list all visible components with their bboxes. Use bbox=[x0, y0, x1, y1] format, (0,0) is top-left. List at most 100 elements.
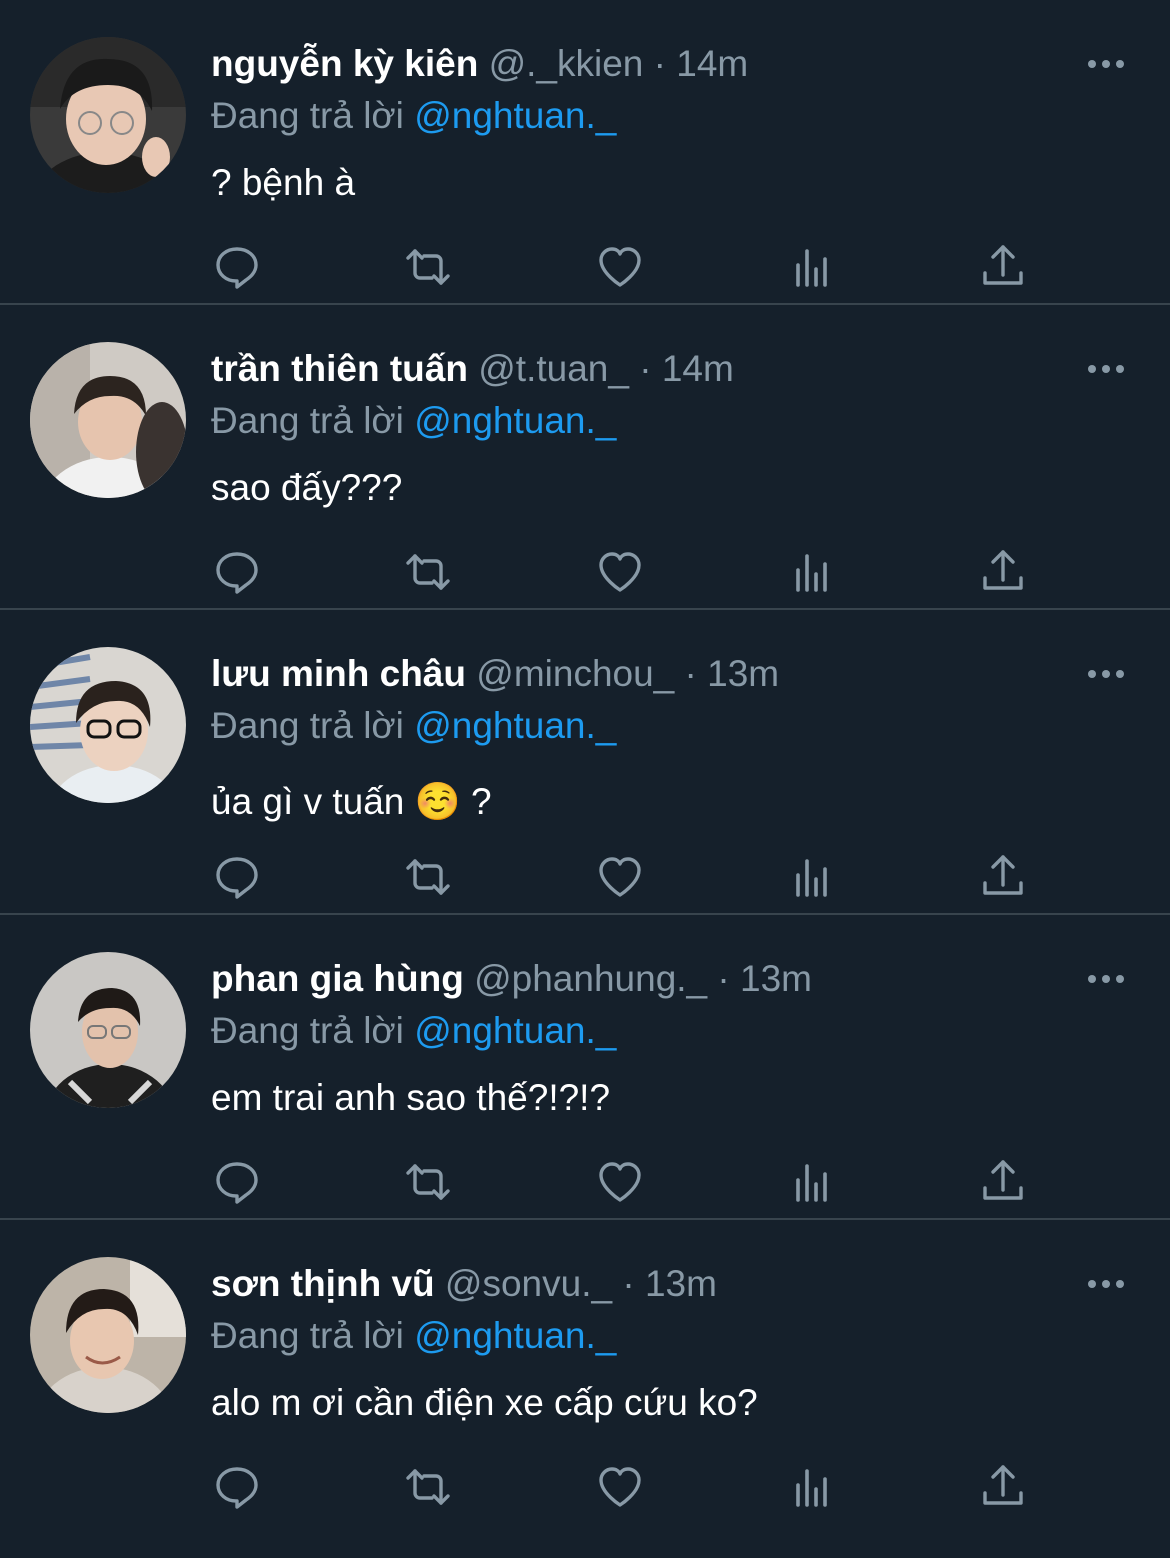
retweet-icon bbox=[406, 1469, 450, 1505]
replying-to: Đang trả lời @nghtuan._ bbox=[211, 395, 616, 447]
action-bar bbox=[210, 1155, 1050, 1209]
display-name[interactable]: phan gia hùng bbox=[211, 958, 464, 999]
display-name[interactable]: trần thiên tuấn bbox=[211, 348, 468, 389]
replying-to-label: Đang trả lời bbox=[211, 95, 404, 136]
display-name[interactable]: sơn thịnh vũ bbox=[211, 1263, 435, 1304]
views-button[interactable] bbox=[785, 1155, 839, 1209]
reply-button[interactable] bbox=[210, 850, 264, 904]
analytics-bars-icon bbox=[796, 859, 827, 897]
share-upload-icon bbox=[983, 1160, 1023, 1200]
timestamp[interactable]: 14m bbox=[676, 43, 748, 84]
reply-button[interactable] bbox=[210, 240, 264, 294]
like-button[interactable] bbox=[593, 1460, 647, 1514]
share-button[interactable] bbox=[976, 1460, 1030, 1514]
retweet-icon bbox=[406, 554, 450, 590]
analytics-bars-icon bbox=[796, 554, 827, 592]
separator-dot: · bbox=[684, 653, 697, 694]
timestamp[interactable]: 13m bbox=[645, 1263, 717, 1304]
more-horizontal-icon[interactable] bbox=[1086, 359, 1126, 379]
mention-link[interactable]: @nghtuan._ bbox=[414, 1315, 616, 1356]
tweet[interactable]: phan gia hùng @phanhung._ · 13m Đang trả… bbox=[0, 915, 1170, 1220]
tweet-header: trần thiên tuấn @t.tuan_ · 14m bbox=[211, 343, 734, 395]
views-button[interactable] bbox=[785, 240, 839, 294]
tweet-header: sơn thịnh vũ @sonvu._ · 13m bbox=[211, 1258, 717, 1310]
retweet-button[interactable] bbox=[401, 545, 455, 599]
separator-dot: · bbox=[639, 348, 652, 389]
replying-to: Đang trả lời @nghtuan._ bbox=[211, 1310, 616, 1362]
user-handle[interactable]: @._kkien bbox=[489, 43, 644, 84]
timestamp[interactable]: 13m bbox=[707, 653, 779, 694]
reply-button[interactable] bbox=[210, 1155, 264, 1209]
mention-link[interactable]: @nghtuan._ bbox=[414, 1010, 616, 1051]
replying-to-label: Đang trả lời bbox=[211, 1010, 404, 1051]
timestamp[interactable]: 13m bbox=[740, 958, 812, 999]
share-button[interactable] bbox=[976, 1155, 1030, 1209]
user-handle[interactable]: @minchou_ bbox=[476, 653, 674, 694]
heart-icon bbox=[599, 857, 641, 897]
more-horizontal-icon[interactable] bbox=[1086, 1274, 1126, 1294]
retweet-icon bbox=[406, 249, 450, 285]
tweet-text: ? bệnh à bbox=[211, 162, 356, 203]
share-upload-icon bbox=[983, 550, 1023, 590]
reply-bubble-icon bbox=[216, 247, 258, 289]
user-handle[interactable]: @phanhung._ bbox=[474, 958, 707, 999]
tweet-text: sao đấy??? bbox=[211, 467, 403, 508]
retweet-button[interactable] bbox=[401, 1460, 455, 1514]
reply-button[interactable] bbox=[210, 545, 264, 599]
display-name[interactable]: lưu minh châu bbox=[211, 653, 466, 694]
views-button[interactable] bbox=[785, 850, 839, 904]
avatar[interactable] bbox=[30, 952, 186, 1108]
tweet-header: phan gia hùng @phanhung._ · 13m bbox=[211, 953, 812, 1005]
mention-link[interactable]: @nghtuan._ bbox=[414, 400, 616, 441]
tweet-text: em trai anh sao thế?!?!? bbox=[211, 1077, 611, 1118]
tweet[interactable]: trần thiên tuấn @t.tuan_ · 14m Đang trả … bbox=[0, 305, 1170, 610]
retweet-button[interactable] bbox=[401, 1155, 455, 1209]
reply-bubble-icon bbox=[216, 1162, 258, 1204]
like-button[interactable] bbox=[593, 1155, 647, 1209]
like-button[interactable] bbox=[593, 545, 647, 599]
reply-bubble-icon bbox=[216, 857, 258, 899]
tweet[interactable]: sơn thịnh vũ @sonvu._ · 13m Đang trả lời… bbox=[0, 1220, 1170, 1525]
tweet[interactable]: lưu minh châu @minchou_ · 13m Đang trả l… bbox=[0, 610, 1170, 915]
views-button[interactable] bbox=[785, 545, 839, 599]
views-button[interactable] bbox=[785, 1460, 839, 1514]
avatar[interactable] bbox=[30, 1257, 186, 1413]
tweet[interactable]: nguyễn kỳ kiên @._kkien · 14m Đang trả l… bbox=[0, 0, 1170, 305]
more-horizontal-icon[interactable] bbox=[1086, 54, 1126, 74]
display-name[interactable]: nguyễn kỳ kiên bbox=[211, 43, 478, 84]
like-button[interactable] bbox=[593, 850, 647, 904]
reply-button[interactable] bbox=[210, 1460, 264, 1514]
avatar[interactable] bbox=[30, 342, 186, 498]
share-button[interactable] bbox=[976, 240, 1030, 294]
heart-icon bbox=[599, 247, 641, 287]
user-handle[interactable]: @t.tuan_ bbox=[478, 348, 629, 389]
mention-link[interactable]: @nghtuan._ bbox=[414, 95, 616, 136]
replying-to: Đang trả lời @nghtuan._ bbox=[211, 1005, 616, 1057]
more-horizontal-icon[interactable] bbox=[1086, 664, 1126, 684]
action-bar bbox=[210, 545, 1050, 599]
share-button[interactable] bbox=[976, 850, 1030, 904]
tweet-text: ủa gì v tuấn ☺️ ? bbox=[211, 781, 492, 822]
avatar[interactable] bbox=[30, 647, 186, 803]
share-upload-icon bbox=[983, 1465, 1023, 1505]
reply-bubble-icon bbox=[216, 552, 258, 594]
mention-link[interactable]: @nghtuan._ bbox=[414, 705, 616, 746]
timestamp[interactable]: 14m bbox=[662, 348, 734, 389]
tweet-text: alo m ơi cần điện xe cấp cứu ko? bbox=[211, 1382, 758, 1423]
tweet-header: nguyễn kỳ kiên @._kkien · 14m bbox=[211, 38, 748, 90]
share-button[interactable] bbox=[976, 545, 1030, 599]
action-bar bbox=[210, 850, 1050, 904]
user-handle[interactable]: @sonvu._ bbox=[445, 1263, 612, 1304]
heart-icon bbox=[599, 1467, 641, 1507]
analytics-bars-icon bbox=[796, 1469, 827, 1507]
retweet-icon bbox=[406, 859, 450, 895]
avatar[interactable] bbox=[30, 37, 186, 193]
share-upload-icon bbox=[983, 855, 1023, 895]
analytics-bars-icon bbox=[796, 249, 827, 287]
retweet-icon bbox=[406, 1164, 450, 1200]
more-horizontal-icon[interactable] bbox=[1086, 969, 1126, 989]
tweet-header: lưu minh châu @minchou_ · 13m bbox=[211, 648, 779, 700]
retweet-button[interactable] bbox=[401, 850, 455, 904]
retweet-button[interactable] bbox=[401, 240, 455, 294]
like-button[interactable] bbox=[593, 240, 647, 294]
